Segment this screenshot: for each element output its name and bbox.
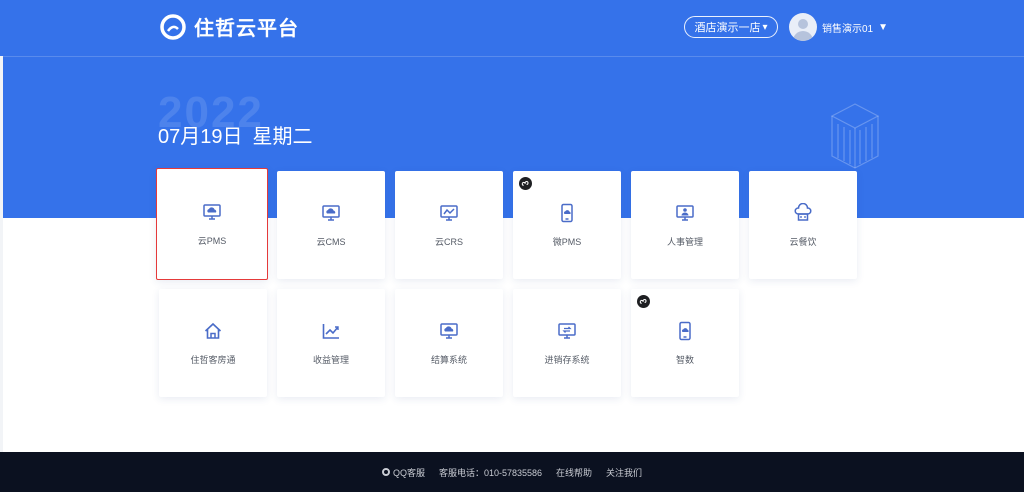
- app-card-7[interactable]: 住哲客房通: [159, 289, 267, 397]
- app-card-4[interactable]: 微PMS: [513, 171, 621, 279]
- app-card-label: 云PMS: [197, 235, 227, 246]
- app-card-6[interactable]: 云餐饮: [749, 171, 857, 279]
- logo-text: 住哲云平台: [194, 18, 299, 40]
- app-card-label: 进销存系统: [544, 354, 590, 365]
- cloud-monitor-icon: [203, 203, 221, 220]
- avatar: [789, 13, 817, 41]
- app-card-label: 结算系统: [430, 354, 467, 365]
- app-card-label: 住哲客房通: [190, 354, 236, 365]
- app-card-label: 微PMS: [552, 236, 582, 247]
- user-menu[interactable]: 销售演示01 ▼: [789, 13, 888, 41]
- caret-down-icon: ▼: [878, 21, 889, 33]
- top-header: 住哲云平台 酒店演示一店 ▾ 销售演示01 ▼: [0, 0, 1024, 56]
- follow-us-link[interactable]: 关注我们: [606, 466, 642, 479]
- weekday-text: 星期二: [252, 126, 313, 148]
- qq-label: QQ客服: [392, 467, 425, 478]
- mini-program-icon: [637, 295, 650, 308]
- app-card-label: 收益管理: [312, 354, 349, 365]
- app-card-label: 智数: [675, 354, 694, 365]
- app-card-2[interactable]: 云CMS: [277, 171, 385, 279]
- mini-program-icon: [519, 177, 532, 190]
- app-card-1[interactable]: 云PMS: [156, 168, 268, 280]
- online-help-link[interactable]: 在线帮助: [556, 466, 592, 479]
- logo[interactable]: 住哲云平台: [160, 12, 299, 41]
- date-line: 07月19日 星期二: [158, 120, 313, 149]
- app-card-10[interactable]: 进销存系统: [513, 289, 621, 397]
- chart-monitor-icon: [440, 204, 458, 221]
- qq-support-link[interactable]: QQ客服: [381, 466, 425, 479]
- cloud-monitor-icon: [322, 204, 340, 221]
- trend-chart-icon: [322, 323, 339, 339]
- date-text: 07月19日: [158, 126, 243, 148]
- hotel-select-value: 酒店演示一店: [694, 22, 761, 34]
- cloud-monitor-icon: [440, 322, 458, 339]
- app-card-11[interactable]: 智数: [631, 289, 739, 397]
- app-card-label: 人事管理: [666, 236, 703, 247]
- app-card-label: 云餐饮: [789, 236, 817, 247]
- mobile-cloud-icon: [679, 321, 691, 340]
- person-monitor-icon: [676, 204, 694, 221]
- app-card-label: 云CRS: [434, 236, 463, 247]
- house-icon: [204, 322, 222, 339]
- left-edge-strip: [0, 56, 3, 452]
- chef-hat-icon: [794, 202, 812, 221]
- footer: QQ客服 客服电话：010-57835586 在线帮助 关注我们: [0, 452, 1024, 492]
- app-card-9[interactable]: 结算系统: [395, 289, 503, 397]
- support-phone: 客服电话：010-57835586: [438, 467, 543, 478]
- user-name: 销售演示01: [822, 23, 874, 35]
- building-decoration-icon: [830, 103, 880, 169]
- logo-mark-icon: [160, 13, 186, 40]
- sync-monitor-icon: [558, 322, 576, 339]
- qq-icon: [381, 468, 390, 476]
- app-card-label: 云CMS: [316, 236, 346, 247]
- mobile-cloud-icon: [561, 203, 573, 222]
- app-card-3[interactable]: 云CRS: [395, 171, 503, 279]
- app-card-5[interactable]: 人事管理: [631, 171, 739, 279]
- caret-down-icon: ▾: [762, 21, 768, 33]
- hotel-select[interactable]: 酒店演示一店 ▾: [684, 16, 778, 38]
- app-card-8[interactable]: 收益管理: [277, 289, 385, 397]
- header-divider: [0, 56, 1024, 57]
